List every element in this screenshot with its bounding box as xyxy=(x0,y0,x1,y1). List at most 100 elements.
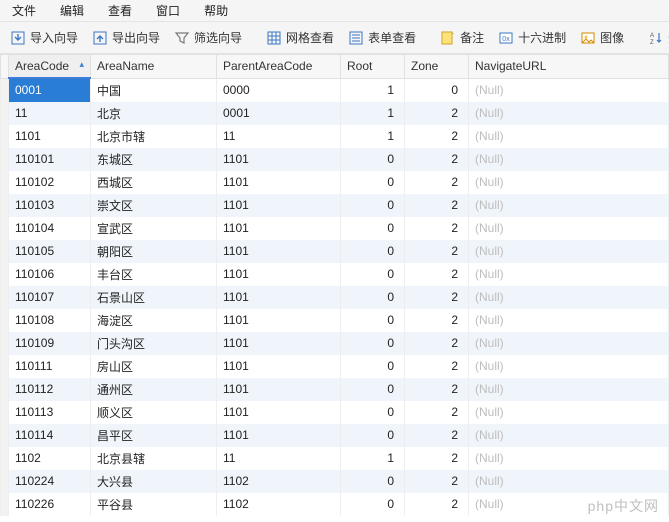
cell[interactable]: 2 xyxy=(405,263,469,286)
cell[interactable]: 1101 xyxy=(217,286,341,309)
filter-wizard-button[interactable]: 筛选向导 xyxy=(168,27,248,48)
cell[interactable]: 2 xyxy=(405,286,469,309)
cell[interactable]: 北京县辖 xyxy=(91,447,217,470)
cell[interactable]: 1 xyxy=(341,447,405,470)
table-row[interactable]: 110113顺义区110102(Null) xyxy=(1,401,669,424)
cell[interactable]: 110112 xyxy=(9,378,91,401)
cell[interactable]: (Null) xyxy=(469,401,669,424)
cell[interactable]: 朝阳区 xyxy=(91,240,217,263)
cell[interactable]: 1101 xyxy=(217,194,341,217)
cell[interactable]: 1101 xyxy=(217,378,341,401)
cell[interactable]: 2 xyxy=(405,217,469,240)
col-zone[interactable]: Zone xyxy=(405,55,469,79)
cell[interactable]: 11 xyxy=(9,102,91,125)
note-button[interactable]: 备注 xyxy=(434,27,490,48)
cell[interactable]: (Null) xyxy=(469,263,669,286)
cell[interactable]: 房山区 xyxy=(91,355,217,378)
cell[interactable]: 2 xyxy=(405,240,469,263)
cell[interactable]: 110106 xyxy=(9,263,91,286)
cell[interactable]: 北京 xyxy=(91,102,217,125)
cell[interactable]: 0 xyxy=(341,194,405,217)
cell[interactable]: 110224 xyxy=(9,470,91,493)
cell[interactable]: 11 xyxy=(217,447,341,470)
cell[interactable]: 110226 xyxy=(9,493,91,516)
cell[interactable]: (Null) xyxy=(469,355,669,378)
cell[interactable]: 110103 xyxy=(9,194,91,217)
col-areacode[interactable]: AreaCode xyxy=(9,55,91,79)
menu-help[interactable]: 帮助 xyxy=(192,0,240,22)
import-wizard-button[interactable]: 导入向导 xyxy=(4,27,84,48)
table-row[interactable]: 110103崇文区110102(Null) xyxy=(1,194,669,217)
cell[interactable]: 丰台区 xyxy=(91,263,217,286)
table-row[interactable]: 110108海淀区110102(Null) xyxy=(1,309,669,332)
cell[interactable]: (Null) xyxy=(469,194,669,217)
cell[interactable]: 平谷县 xyxy=(91,493,217,516)
cell[interactable]: 0 xyxy=(341,493,405,516)
cell[interactable]: (Null) xyxy=(469,148,669,171)
table-row[interactable]: 110109门头沟区110102(Null) xyxy=(1,332,669,355)
sort-asc-button[interactable]: AZ 升序排 xyxy=(642,27,669,48)
cell[interactable]: 1101 xyxy=(9,125,91,148)
cell[interactable]: (Null) xyxy=(469,332,669,355)
cell[interactable]: 昌平区 xyxy=(91,424,217,447)
cell[interactable]: 2 xyxy=(405,493,469,516)
cell[interactable]: (Null) xyxy=(469,447,669,470)
menu-window[interactable]: 窗口 xyxy=(144,0,192,22)
cell[interactable]: 0 xyxy=(341,286,405,309)
cell[interactable]: (Null) xyxy=(469,493,669,516)
table-row[interactable]: 11北京000112(Null) xyxy=(1,102,669,125)
cell[interactable]: (Null) xyxy=(469,102,669,125)
cell[interactable]: 东城区 xyxy=(91,148,217,171)
table-row[interactable]: 110112通州区110102(Null) xyxy=(1,378,669,401)
table-row[interactable]: 0001中国000010(Null) xyxy=(1,78,669,102)
cell[interactable]: 西城区 xyxy=(91,171,217,194)
cell[interactable]: 1101 xyxy=(217,217,341,240)
grid-view-button[interactable]: 网格查看 xyxy=(260,27,340,48)
col-areaname[interactable]: AreaName xyxy=(91,55,217,79)
menu-file[interactable]: 文件 xyxy=(0,0,48,22)
cell[interactable]: 110114 xyxy=(9,424,91,447)
cell[interactable]: 1 xyxy=(341,125,405,148)
cell[interactable]: 110108 xyxy=(9,309,91,332)
cell[interactable]: 1101 xyxy=(217,148,341,171)
export-wizard-button[interactable]: 导出向导 xyxy=(86,27,166,48)
table-row[interactable]: 110104宣武区110102(Null) xyxy=(1,217,669,240)
cell[interactable]: 110107 xyxy=(9,286,91,309)
cell[interactable]: 0 xyxy=(341,309,405,332)
form-view-button[interactable]: 表单查看 xyxy=(342,27,422,48)
menu-edit[interactable]: 编辑 xyxy=(48,0,96,22)
cell[interactable]: 2 xyxy=(405,148,469,171)
cell[interactable]: 中国 xyxy=(91,78,217,102)
cell[interactable]: 0000 xyxy=(217,78,341,102)
cell[interactable]: (Null) xyxy=(469,240,669,263)
cell[interactable]: 110113 xyxy=(9,401,91,424)
cell[interactable]: 110105 xyxy=(9,240,91,263)
table-row[interactable]: 110226平谷县110202(Null) xyxy=(1,493,669,516)
cell[interactable]: (Null) xyxy=(469,217,669,240)
cell[interactable]: 1102 xyxy=(9,447,91,470)
cell[interactable]: 110104 xyxy=(9,217,91,240)
cell[interactable]: 0 xyxy=(341,470,405,493)
cell[interactable]: 2 xyxy=(405,355,469,378)
cell[interactable]: 崇文区 xyxy=(91,194,217,217)
cell[interactable]: 0001 xyxy=(9,78,91,102)
table-row[interactable]: 110107石景山区110102(Null) xyxy=(1,286,669,309)
cell[interactable]: 门头沟区 xyxy=(91,332,217,355)
cell[interactable]: 0 xyxy=(341,401,405,424)
cell[interactable]: 110109 xyxy=(9,332,91,355)
cell[interactable]: 2 xyxy=(405,309,469,332)
cell[interactable]: 110101 xyxy=(9,148,91,171)
cell[interactable]: (Null) xyxy=(469,125,669,148)
cell[interactable]: 1 xyxy=(341,78,405,102)
table-row[interactable]: 1101北京市辖1112(Null) xyxy=(1,125,669,148)
cell[interactable]: 1101 xyxy=(217,424,341,447)
cell[interactable]: 2 xyxy=(405,378,469,401)
cell[interactable]: 0 xyxy=(405,78,469,102)
cell[interactable]: 2 xyxy=(405,401,469,424)
cell[interactable]: 1101 xyxy=(217,355,341,378)
table-row[interactable]: 110101东城区110102(Null) xyxy=(1,148,669,171)
cell[interactable]: 1101 xyxy=(217,263,341,286)
cell[interactable]: 110102 xyxy=(9,171,91,194)
cell[interactable]: 0 xyxy=(341,263,405,286)
cell[interactable]: (Null) xyxy=(469,78,669,102)
